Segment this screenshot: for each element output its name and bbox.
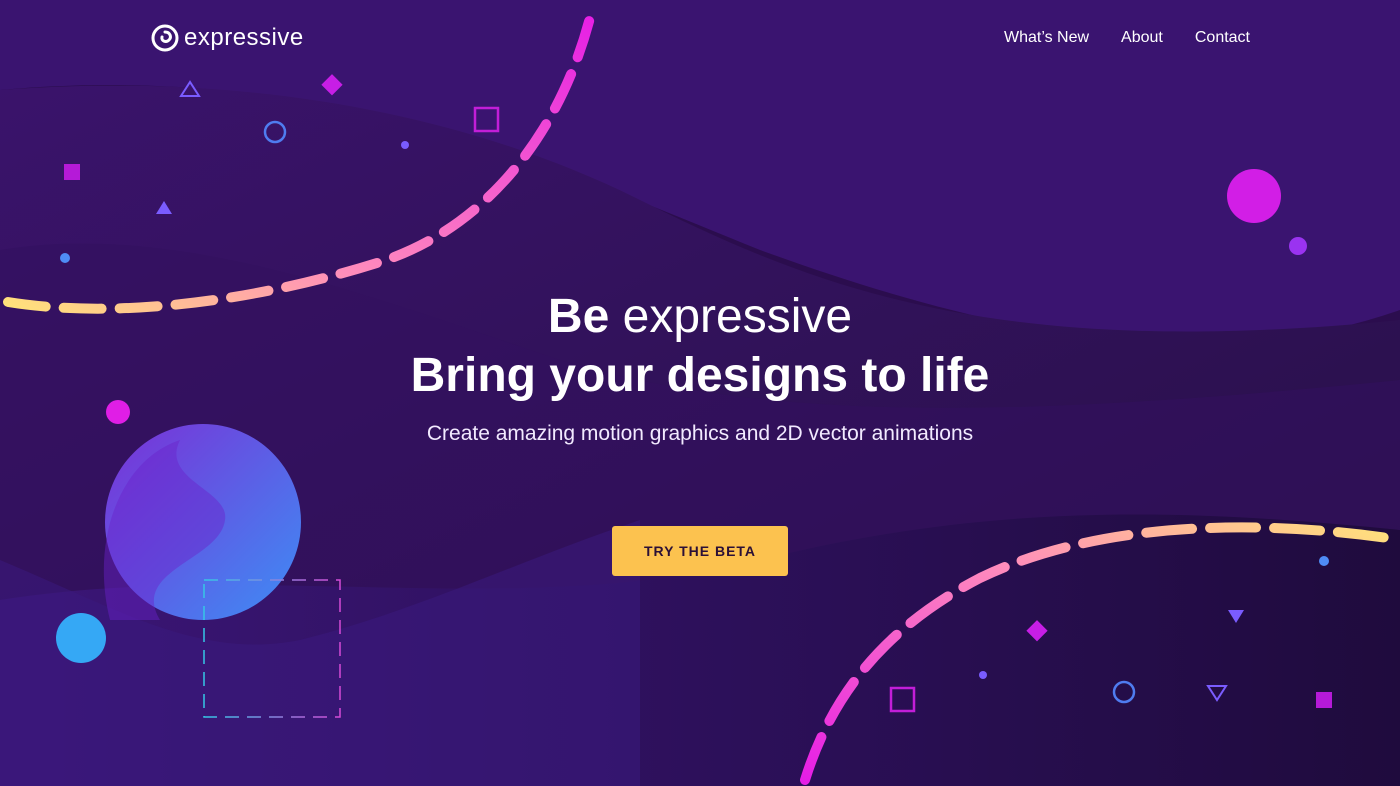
hero-section: Be expressive Bring your designs to life… <box>200 288 1200 467</box>
top-navigation: expressive What’s New About Contact <box>150 18 1250 58</box>
nav-link-contact[interactable]: Contact <box>1195 29 1250 47</box>
swirl-logo-icon <box>151 24 179 52</box>
hero-title: Be expressive <box>200 288 1200 346</box>
square-shape <box>64 164 80 180</box>
brand-logo-link[interactable]: expressive <box>150 23 304 53</box>
nav-link-about[interactable]: About <box>1121 29 1163 47</box>
hero-title-bold: Be <box>547 290 610 343</box>
hero-description: Create amazing motion graphics and 2D ve… <box>426 422 974 445</box>
brand-name: expressive <box>184 24 304 51</box>
try-beta-button[interactable]: TRY THE BETA <box>612 526 788 576</box>
nav-links: What’s New About Contact <box>1004 29 1250 47</box>
hero-subtitle: Bring your designs to life <box>410 349 990 402</box>
hero-title-light: expressive <box>622 290 853 343</box>
nav-link-whats-new[interactable]: What’s New <box>1004 29 1089 47</box>
